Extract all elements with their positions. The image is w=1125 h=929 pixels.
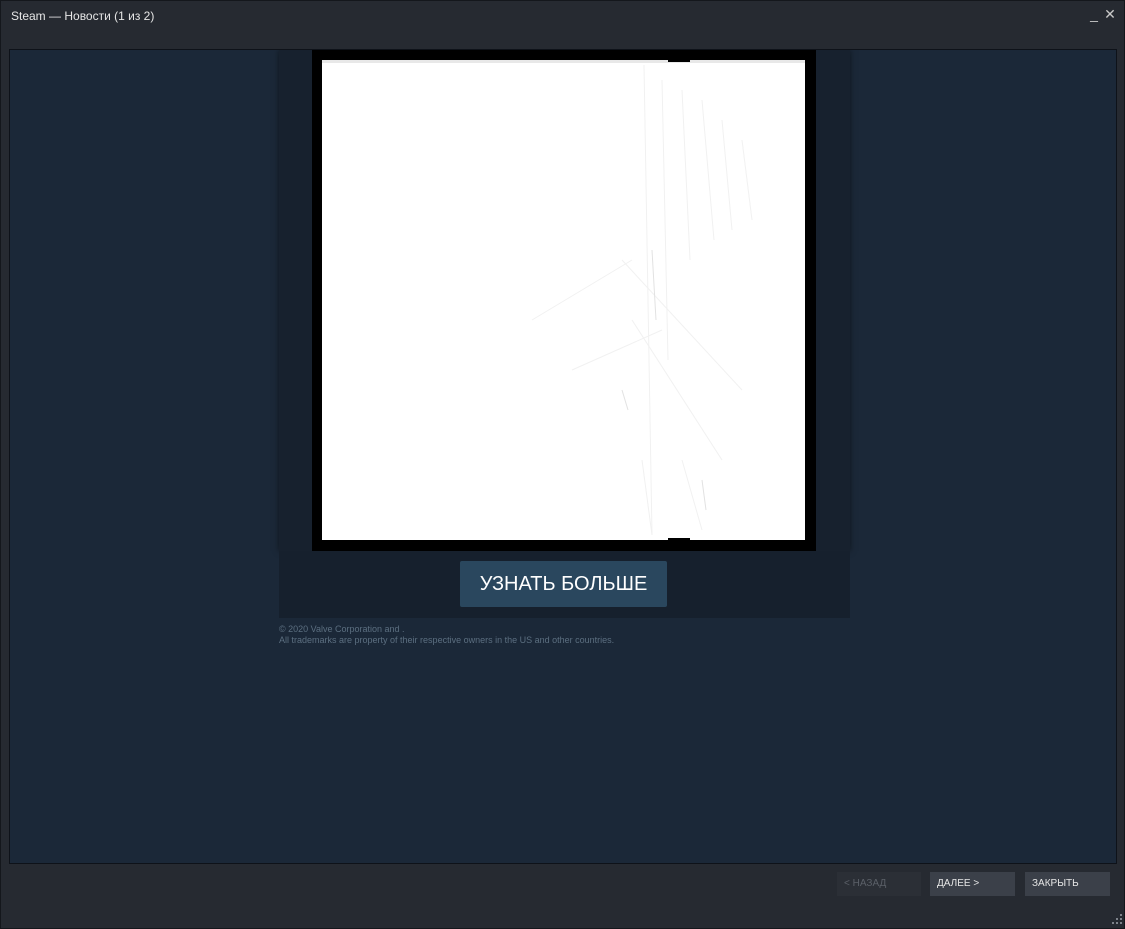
copyright-line: © 2020 Valve Corporation and .	[279, 624, 405, 634]
window-title: Steam — Новости (1 из 2)	[11, 9, 155, 23]
close-button[interactable]: ЗАКРЫТЬ	[1025, 872, 1110, 896]
minimize-icon[interactable]: _	[1086, 5, 1102, 23]
close-icon[interactable]: ✕	[1102, 5, 1118, 23]
resize-grip-icon[interactable]	[1111, 913, 1123, 925]
back-button[interactable]: < НАЗАД	[837, 872, 921, 896]
news-window: Steam — Новости (1 из 2) _ ✕ УЗНАТЬ БОЛЬ…	[0, 0, 1125, 929]
learn-more-button[interactable]: УЗНАТЬ БОЛЬШЕ	[460, 561, 667, 607]
news-image-frame	[312, 50, 816, 551]
next-button[interactable]: ДАЛЕЕ >	[930, 872, 1015, 896]
legal-text: © 2020 Valve Corporation and . All trade…	[279, 624, 614, 646]
trademark-line: All trademarks are property of their res…	[279, 635, 615, 645]
news-artwork-image[interactable]	[322, 60, 805, 540]
title-bar[interactable]: Steam — Новости (1 из 2) _ ✕	[1, 1, 1124, 31]
artwork-sketch	[322, 60, 805, 540]
cta-bar: УЗНАТЬ БОЛЬШЕ	[279, 551, 850, 618]
news-content-area: УЗНАТЬ БОЛЬШЕ © 2020 Valve Corporation a…	[9, 49, 1117, 864]
